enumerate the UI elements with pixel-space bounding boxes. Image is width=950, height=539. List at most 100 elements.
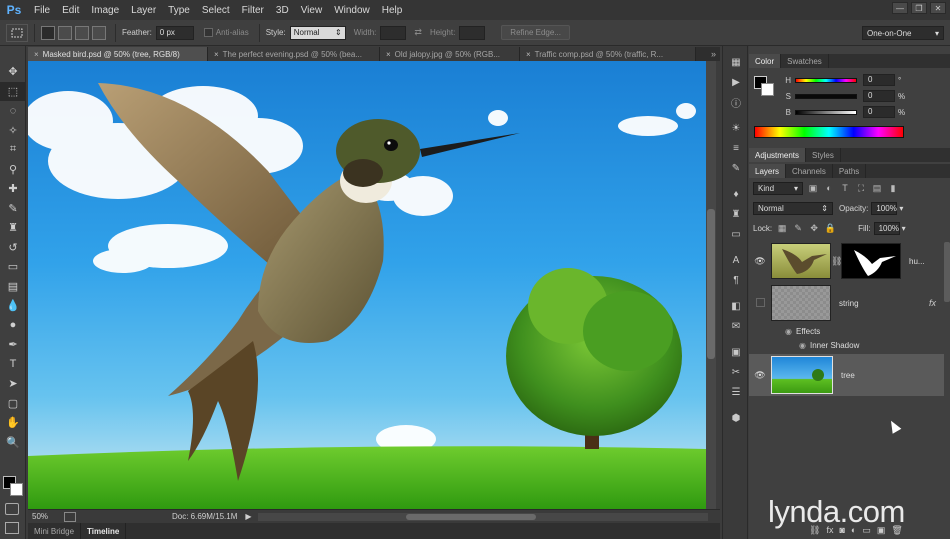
lasso-tool-icon[interactable]: ◌ <box>0 101 26 121</box>
menu-edit[interactable]: Edit <box>56 5 85 16</box>
saturation-slider[interactable] <box>795 93 857 99</box>
antialias-checkbox[interactable] <box>203 28 213 37</box>
hue-input[interactable]: 0 <box>863 74 895 86</box>
eyedropper-tool-icon[interactable]: ⚲ <box>0 160 26 180</box>
3d-icon[interactable]: ⬢ <box>723 408 749 428</box>
swap-icon[interactable]: ⇄ <box>414 27 422 38</box>
tab-paths[interactable]: Paths <box>833 164 867 178</box>
menu-window[interactable]: Window <box>328 5 376 16</box>
eraser-tool-icon[interactable]: ▭ <box>0 257 26 277</box>
properties-icon[interactable]: ≡ <box>723 138 749 158</box>
lock-all-icon[interactable]: 🔒 <box>824 222 836 234</box>
tools-scissors-icon[interactable]: ✂ <box>723 362 749 382</box>
styles-list-icon[interactable]: ☰ <box>723 382 749 402</box>
fx-badge[interactable]: fx <box>929 298 936 308</box>
quick-select-tool-icon[interactable]: ✧ <box>0 121 26 141</box>
new-selection-button[interactable] <box>41 25 55 40</box>
status-menu-arrow-icon[interactable]: ▶ <box>245 512 251 521</box>
tab-channels[interactable]: Channels <box>786 164 833 178</box>
tab-masked-bird[interactable]: × Masked bird.psd @ 50% (tree, RGB/8) <box>28 47 208 61</box>
chevron-down-icon[interactable]: ▾ <box>902 224 906 233</box>
lock-transparent-icon[interactable]: ▦ <box>776 222 788 234</box>
tab-mini-bridge[interactable]: Mini Bridge <box>28 523 82 539</box>
crop-tool-icon[interactable]: ⌗ <box>0 140 26 160</box>
close-icon[interactable]: × <box>386 50 391 59</box>
effects-row[interactable]: ◉ Effects <box>749 324 944 338</box>
shape-filter-icon[interactable]: ⛶ <box>855 182 867 194</box>
hue-slider[interactable] <box>795 77 857 83</box>
layer-hummingbird[interactable]: 👁 ⛓ hu... <box>749 242 944 280</box>
zoom-level[interactable]: 50% <box>32 512 64 521</box>
menu-3d[interactable]: 3D <box>270 5 295 16</box>
inner-shadow-row[interactable]: ◉ Inner Shadow <box>749 338 944 352</box>
marquee-tool-icon[interactable]: ⬚ <box>0 81 26 101</box>
brightness-input[interactable]: 0 <box>863 106 895 118</box>
tab-perfect-evening[interactable]: × The perfect evening.psd @ 50% (bea... <box>208 47 380 61</box>
feather-input[interactable]: 0 px <box>155 25 194 40</box>
screen-mode-icon[interactable] <box>5 522 19 534</box>
history-brush-icon[interactable]: ↺ <box>0 238 26 258</box>
tab-timeline[interactable]: Timeline <box>81 523 127 539</box>
blend-mode-select[interactable]: Normal ⇕ <box>753 201 833 215</box>
add-to-selection-button[interactable] <box>58 25 72 40</box>
paragraph-icon[interactable]: ¶ <box>723 270 749 290</box>
type-filter-icon[interactable]: T <box>839 182 851 194</box>
close-icon[interactable]: × <box>34 50 39 59</box>
saturation-input[interactable]: 0 <box>863 90 895 102</box>
eye-icon[interactable]: 👁 <box>749 256 771 267</box>
eye-icon[interactable]: ◉ <box>799 341 806 350</box>
navigator-icon[interactable]: ▣ <box>723 342 749 362</box>
healing-brush-icon[interactable]: ✚ <box>0 179 26 199</box>
fill-input[interactable]: 100% <box>873 221 900 235</box>
horizontal-scroll-thumb[interactable] <box>406 514 536 520</box>
lock-position-icon[interactable]: ✥ <box>808 222 820 234</box>
menu-help[interactable]: Help <box>376 5 409 16</box>
tab-old-jalopy[interactable]: × Old jalopy.jpg @ 50% (RGB... <box>380 47 520 61</box>
tool-preset-picker[interactable] <box>6 23 28 42</box>
tab-styles[interactable]: Styles <box>806 148 841 162</box>
horizontal-scrollbar[interactable] <box>258 513 708 521</box>
eye-icon[interactable]: 👁 <box>749 370 771 381</box>
close-icon[interactable]: × <box>214 50 219 59</box>
doc-info-icon[interactable] <box>64 511 76 522</box>
clone-source-icon[interactable]: ♜ <box>723 204 749 224</box>
tab-color[interactable]: Color <box>749 54 782 68</box>
menu-filter[interactable]: Filter <box>236 5 270 16</box>
height-input[interactable] <box>459 25 486 40</box>
vertical-scroll-thumb[interactable] <box>707 209 715 359</box>
eye-icon[interactable]: ◉ <box>785 327 792 336</box>
dodge-tool-icon[interactable]: ● <box>0 316 26 336</box>
filter-toggle-icon[interactable]: ▮ <box>887 182 899 194</box>
menu-view[interactable]: View <box>295 5 329 16</box>
tab-layers[interactable]: Layers <box>749 164 787 178</box>
color-spectrum-bar[interactable] <box>754 126 904 138</box>
subtract-selection-button[interactable] <box>75 25 89 40</box>
clone-stamp-icon[interactable]: ♜ <box>0 218 26 238</box>
refine-edge-button[interactable]: Refine Edge... <box>501 25 570 40</box>
type-tool-icon[interactable]: T <box>0 355 26 375</box>
background-color-chip[interactable] <box>761 83 774 96</box>
layers-scrollbar[interactable] <box>944 242 950 302</box>
opacity-input[interactable]: 100% <box>871 201 898 215</box>
layer-string[interactable]: string fx <box>749 284 944 322</box>
menu-type[interactable]: Type <box>162 5 196 16</box>
chevron-down-icon[interactable]: ▾ <box>899 204 903 213</box>
menu-layer[interactable]: Layer <box>125 5 162 16</box>
close-icon[interactable]: × <box>526 50 531 59</box>
layer-kind-select[interactable]: Kind ▾ <box>753 181 803 195</box>
layer-mask-thumbnail[interactable] <box>841 243 901 279</box>
minimize-button[interactable]: — <box>892 2 908 14</box>
workspace-select[interactable]: One-on-One ▾ <box>862 26 944 40</box>
path-select-icon[interactable]: ➤ <box>0 374 26 394</box>
actions-icon[interactable]: ▶ <box>723 72 749 92</box>
blur-tool-icon[interactable]: 💧 <box>0 296 26 316</box>
visibility-toggle[interactable] <box>749 297 771 309</box>
adjustments-icon[interactable]: ☀ <box>723 118 749 138</box>
zoom-tool-icon[interactable]: 🔍 <box>0 433 26 453</box>
close-button[interactable]: ✕ <box>930 2 946 14</box>
background-color-swatch[interactable] <box>10 483 23 496</box>
brush-presets-icon[interactable]: ✎ <box>723 158 749 178</box>
tab-traffic-comp[interactable]: × Traffic comp.psd @ 50% (traffic, R... <box>520 47 696 61</box>
info-icon[interactable]: ⓘ <box>723 92 749 112</box>
quick-mask-icon[interactable] <box>5 503 19 515</box>
